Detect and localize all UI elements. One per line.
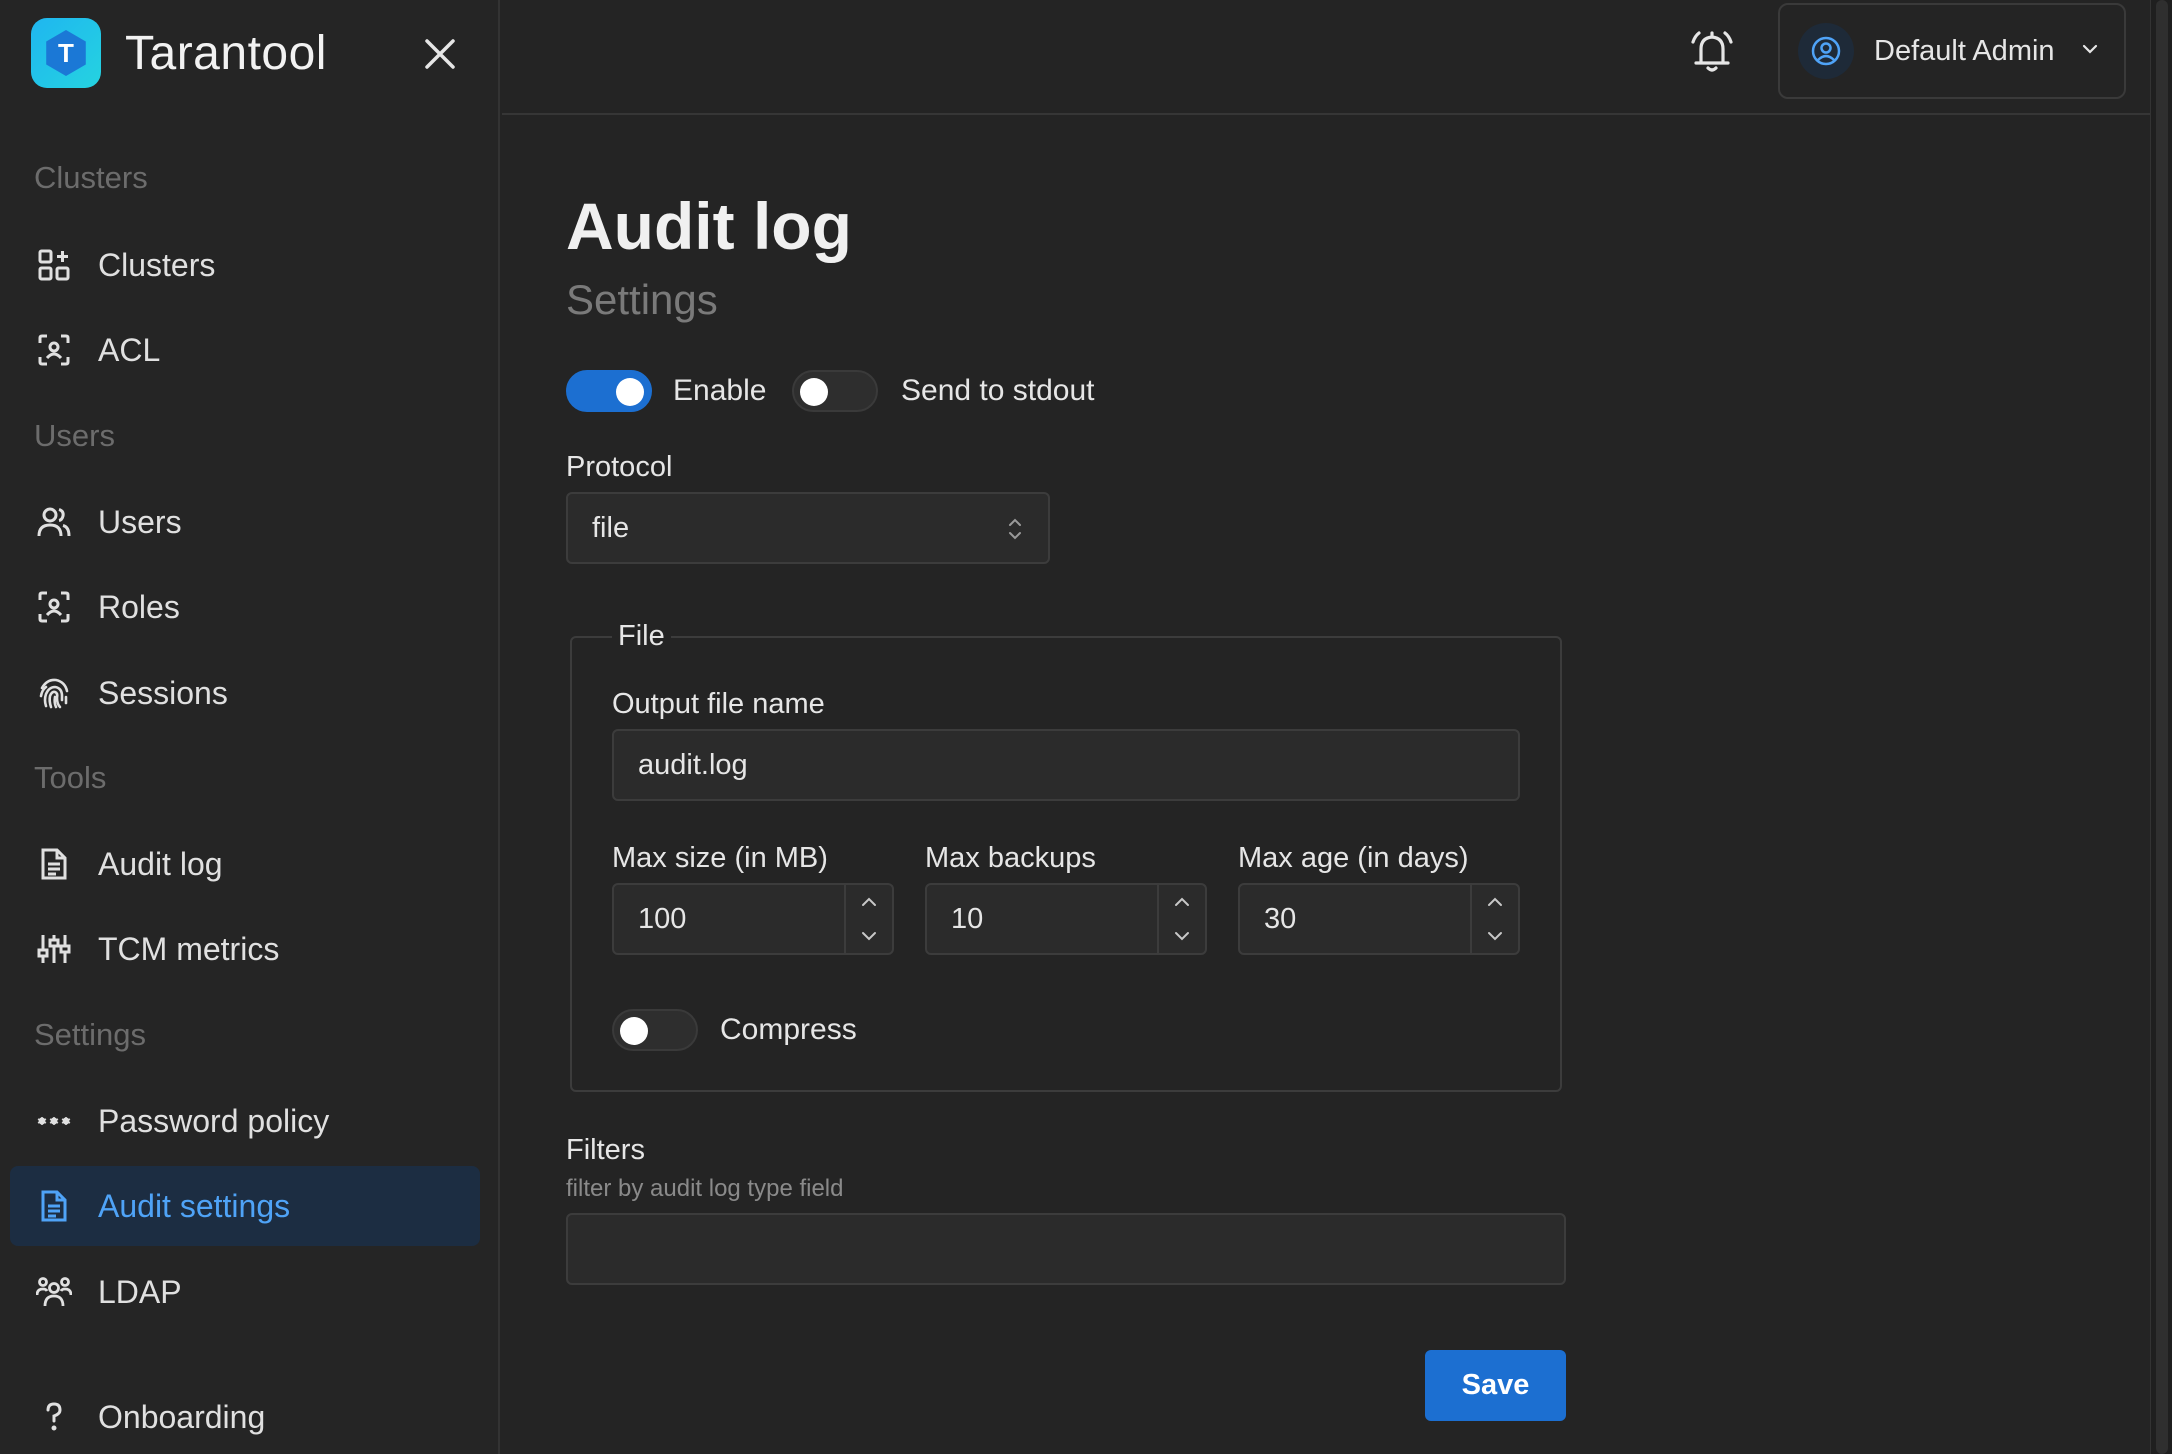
sidebar-item-sessions[interactable]: Sessions (10, 653, 480, 733)
brand[interactable]: T Tarantool (31, 17, 327, 89)
sidebar-item-label: TCM metrics (98, 930, 280, 967)
sidebar-item-label: LDAP (98, 1273, 182, 1310)
save-button[interactable]: Save (1425, 1350, 1566, 1421)
decrement-chevron-down-icon[interactable] (846, 919, 892, 953)
protocol-value: file (592, 511, 630, 544)
increment-chevron-up-icon[interactable] (1159, 885, 1205, 919)
sidebar-item-password-policy[interactable]: Password policy (10, 1081, 480, 1161)
compress-toggle[interactable] (612, 1009, 698, 1051)
sliders-icon (34, 929, 74, 969)
max-size-input[interactable]: 100 (612, 883, 894, 955)
clusters-icon (34, 245, 74, 285)
sidebar-item-label: Audit log (98, 845, 223, 882)
tarantool-logo: T (31, 18, 101, 88)
max-size-label: Max size (in MB) (612, 842, 828, 874)
compress-label: Compress (720, 1013, 857, 1046)
roles-icon (34, 587, 74, 627)
bell-icon[interactable] (1686, 26, 1738, 78)
sidebar-item-tcm-metrics[interactable]: TCM metrics (10, 909, 480, 989)
toggle-knob (620, 1017, 648, 1045)
file-legend: File (612, 620, 671, 653)
section-title-users: Users (34, 418, 115, 453)
user-avatar-icon (1798, 23, 1854, 79)
max-backups-input[interactable]: 10 (925, 883, 1207, 955)
user-name: Default Admin (1874, 34, 2055, 67)
stdout-label: Send to stdout (901, 374, 1095, 407)
scrollbar[interactable] (2150, 0, 2172, 1454)
toggle-knob (800, 378, 828, 406)
filters-hint: filter by audit log type field (566, 1175, 844, 1202)
output-file-value: audit.log (638, 748, 748, 781)
sidebar-item-label: ACL (98, 331, 161, 368)
toggle-knob (616, 378, 644, 406)
increment-chevron-up-icon[interactable] (1472, 885, 1518, 919)
protocol-select[interactable]: file (566, 492, 1050, 564)
sidebar-item-label: Roles (98, 588, 180, 625)
protocol-label: Protocol (566, 451, 673, 483)
decrement-chevron-down-icon[interactable] (1472, 919, 1518, 953)
sidebar-item-audit-log[interactable]: Audit log (10, 824, 480, 904)
sidebar-item-acl[interactable]: ACL (10, 310, 480, 390)
sidebar-item-label: Password policy (98, 1102, 330, 1139)
acl-icon (34, 330, 74, 370)
sidebar-item-label: Audit settings (98, 1187, 291, 1224)
sidebar-item-label: Sessions (98, 674, 228, 711)
group-icon (34, 1272, 74, 1312)
stepper (1470, 885, 1518, 953)
document-icon (34, 844, 74, 884)
select-arrows-icon (1006, 514, 1024, 549)
stepper (844, 885, 892, 953)
brand-name: Tarantool (125, 26, 327, 80)
stdout-toggle[interactable] (792, 370, 878, 412)
max-backups-label: Max backups (925, 842, 1096, 874)
max-age-label: Max age (in days) (1238, 842, 1469, 874)
sidebar-item-users[interactable]: Users (10, 482, 480, 562)
filters-input[interactable] (566, 1213, 1566, 1285)
logo-letter: T (46, 30, 86, 76)
max-age-input[interactable]: 30 (1238, 883, 1520, 955)
increment-chevron-up-icon[interactable] (846, 885, 892, 919)
page-title: Audit log (566, 189, 852, 263)
output-file-input[interactable]: audit.log (612, 729, 1520, 801)
topbar: Default Admin (502, 0, 2150, 115)
fingerprint-icon (34, 673, 74, 713)
sidebar-item-onboarding[interactable]: Onboarding (10, 1377, 480, 1454)
max-age-value: 30 (1264, 903, 1297, 935)
sidebar-item-audit-settings[interactable]: Audit settings (10, 1166, 480, 1246)
filters-label: Filters (566, 1134, 645, 1166)
document-icon (34, 1186, 74, 1226)
close-icon[interactable] (420, 34, 460, 74)
max-size-value: 100 (638, 903, 687, 935)
users-icon (34, 502, 74, 542)
question-icon (34, 1397, 74, 1437)
stepper (1157, 885, 1205, 953)
sidebar-item-roles[interactable]: Roles (10, 567, 480, 647)
enable-toggle[interactable] (566, 370, 652, 412)
sidebar-item-label: Clusters (98, 246, 216, 283)
scrollbar-thumb[interactable] (2156, 0, 2168, 1454)
page-subtitle: Settings (566, 276, 718, 323)
sidebar-item-clusters[interactable]: Clusters (10, 225, 480, 305)
user-menu[interactable]: Default Admin (1778, 3, 2126, 99)
decrement-chevron-down-icon[interactable] (1159, 919, 1205, 953)
sidebar-item-label: Onboarding (98, 1398, 266, 1435)
section-title-clusters: Clusters (34, 160, 148, 195)
section-title-settings: Settings (34, 1017, 147, 1052)
sidebar-item-label: Users (98, 503, 182, 540)
sidebar: T Tarantool Clusters Clusters ACL Users … (0, 0, 500, 1454)
sidebar-item-ldap[interactable]: LDAP (10, 1252, 480, 1332)
password-icon (34, 1101, 74, 1141)
enable-label: Enable (673, 374, 767, 407)
section-title-tools: Tools (34, 760, 107, 795)
output-file-label: Output file name (612, 688, 825, 720)
chevron-down-icon (2081, 42, 2099, 60)
max-backups-value: 10 (951, 903, 984, 935)
